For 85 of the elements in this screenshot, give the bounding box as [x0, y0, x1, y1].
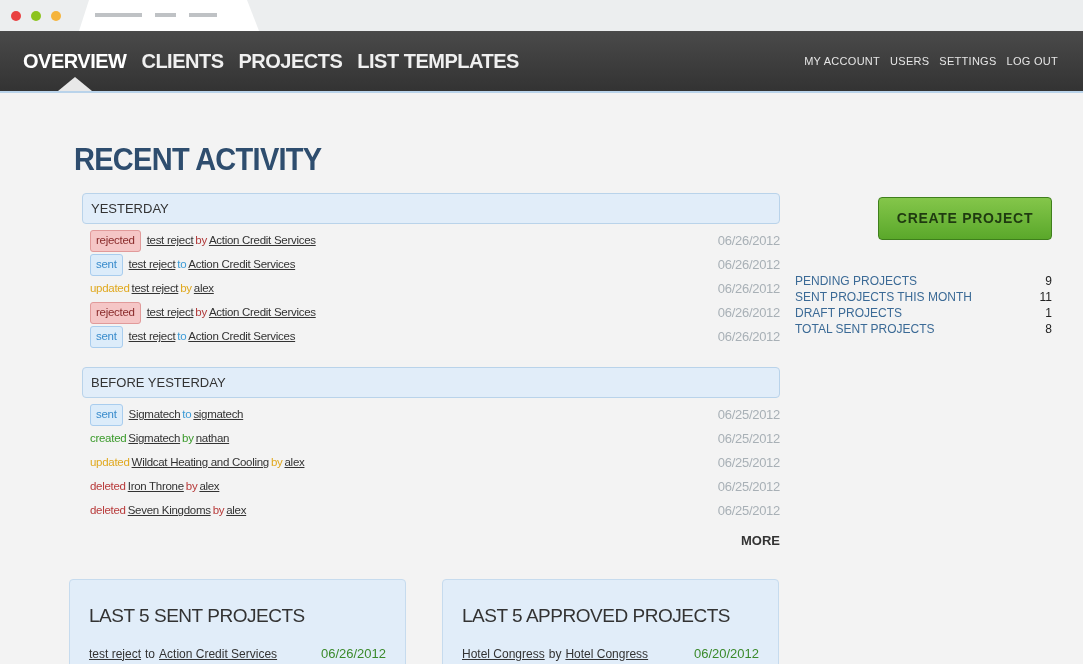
project-link[interactable]: test reject	[146, 304, 194, 322]
project-link[interactable]: test reject	[128, 256, 176, 274]
client-link[interactable]: alex	[199, 478, 220, 496]
action-label: created	[90, 431, 127, 447]
action-label: deleted	[90, 479, 126, 495]
client-link[interactable]: Action Credit Services	[188, 328, 296, 346]
project-link[interactable]: test reject	[131, 280, 179, 298]
connector-text: by	[212, 503, 225, 519]
connector-text: by	[180, 281, 192, 297]
client-link[interactable]: sigmatech	[193, 406, 244, 424]
page-heading: RECENT ACTIVITY	[74, 140, 323, 179]
card-title: LAST 5 APPROVED PROJECTS	[462, 603, 732, 628]
stat-label[interactable]: DRAFT PROJECTS	[795, 305, 903, 321]
action-label: updated	[90, 281, 130, 297]
project-link[interactable]: Iron Throne	[127, 478, 184, 496]
create-project-button[interactable]: CREATE PROJECT	[878, 197, 1052, 240]
section-header: BEFORE YESTERDAY	[82, 367, 780, 398]
connector-text: by	[548, 645, 562, 663]
nav-tab[interactable]: OVERVIEW	[23, 31, 127, 91]
client-link[interactable]: Action Credit Services	[208, 232, 316, 250]
action-label: updated	[90, 455, 130, 471]
action-label: deleted	[90, 503, 126, 519]
activity-date: 06/26/2012	[717, 280, 780, 299]
connector-text: by	[195, 233, 207, 249]
client-link[interactable]: Action Credit Services	[208, 304, 316, 322]
stat-value: 9	[1045, 273, 1052, 289]
project-link[interactable]: Sigmatech	[128, 406, 181, 424]
connector-text: by	[270, 455, 283, 471]
maximize-dot-icon[interactable]	[51, 10, 61, 21]
connector-text: by	[195, 305, 207, 321]
project-link[interactable]: Sigmatech	[128, 430, 181, 448]
stat-value: 1	[1045, 305, 1052, 321]
nav-tab[interactable]: LIST TEMPLATES	[357, 31, 519, 91]
status-badge: rejected	[90, 302, 141, 324]
stat-label[interactable]: SENT PROJECTS THIS MONTH	[795, 289, 972, 305]
close-dot-icon[interactable]	[11, 10, 21, 21]
nav-tab[interactable]: PROJECTS	[238, 31, 343, 91]
client-link[interactable]: Action Credit Services	[159, 644, 278, 663]
client-link[interactable]: Hotel Congress	[565, 644, 649, 663]
activity-date: 06/26/2012	[717, 328, 780, 347]
client-link[interactable]: alex	[193, 280, 214, 298]
connector-text: to	[145, 645, 156, 663]
activity-date: 06/25/2012	[717, 454, 780, 473]
client-link[interactable]: alex	[284, 454, 305, 472]
project-date: 06/26/2012	[320, 645, 386, 663]
stat-label[interactable]: PENDING PROJECTS	[795, 273, 917, 289]
client-link[interactable]: nathan	[195, 430, 230, 448]
connector-text: to	[177, 329, 187, 345]
account-link[interactable]: SETTINGS	[939, 52, 997, 70]
browser-tab-drawing[interactable]	[79, 0, 259, 31]
stat-label[interactable]: TOTAL SENT PROJECTS	[795, 321, 935, 337]
activity-date: 06/25/2012	[717, 502, 780, 521]
stat-value: 8	[1045, 321, 1052, 337]
minimize-dot-icon[interactable]	[31, 10, 41, 21]
project-link[interactable]: Wildcat Heating and Cooling	[131, 454, 269, 472]
project-link[interactable]: Seven Kingdoms	[127, 502, 211, 520]
section-header: YESTERDAY	[82, 193, 780, 224]
activity-date: 06/25/2012	[717, 406, 780, 425]
activity-date: 06/25/2012	[717, 478, 780, 497]
activity-date: 06/25/2012	[717, 430, 780, 449]
card-title: LAST 5 SENT PROJECTS	[89, 603, 306, 628]
activity-date: 06/26/2012	[717, 304, 780, 323]
account-link[interactable]: USERS	[890, 52, 930, 70]
project-date: 06/20/2012	[693, 645, 759, 663]
status-badge: sent	[90, 404, 123, 426]
client-link[interactable]: Action Credit Services	[188, 256, 296, 274]
nav-tab[interactable]: CLIENTS	[141, 31, 224, 91]
connector-text: by	[185, 479, 198, 495]
stat-value: 11	[1039, 289, 1052, 305]
connector-text: to	[177, 257, 187, 273]
connector-text: to	[182, 407, 192, 423]
activity-date: 06/26/2012	[717, 256, 780, 275]
account-link[interactable]: LOG OUT	[1006, 52, 1058, 70]
activity-date: 06/26/2012	[717, 232, 780, 251]
client-link[interactable]: alex	[226, 502, 247, 520]
status-badge: sent	[90, 254, 123, 276]
more-link[interactable]: MORE	[741, 531, 780, 551]
connector-text: by	[182, 431, 194, 447]
project-link[interactable]: Hotel Congress	[462, 644, 545, 663]
project-link[interactable]: test reject	[89, 644, 142, 663]
account-link[interactable]: MY ACCOUNT	[804, 52, 881, 70]
status-badge: sent	[90, 326, 123, 348]
project-link[interactable]: test reject	[146, 232, 194, 250]
project-link[interactable]: test reject	[128, 328, 176, 346]
status-badge: rejected	[90, 230, 141, 252]
